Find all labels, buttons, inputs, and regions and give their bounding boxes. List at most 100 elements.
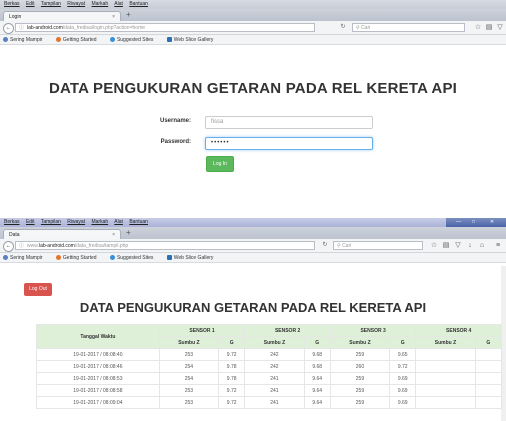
minimize-icon[interactable]: — bbox=[456, 219, 461, 226]
url-path: /data_fredisa/tampil.php bbox=[74, 243, 129, 249]
cell-waktu: 19-01-2017 / 08:08:58 bbox=[36, 384, 160, 397]
tab-login[interactable]: Login × bbox=[3, 11, 121, 21]
header-sensor-2: SENSOR 2 bbox=[244, 324, 331, 337]
bookmark-list-icon[interactable]: ▤ bbox=[485, 23, 493, 32]
cell-s2-sumbu: 242 bbox=[244, 360, 305, 373]
tab-data[interactable]: Data × bbox=[3, 229, 121, 239]
star-icon[interactable]: ☆ bbox=[474, 23, 482, 32]
cell-s2-sumbu: 241 bbox=[244, 384, 305, 397]
url-bar[interactable]: ⓘ lab-android.com/data_fredisa/login.php?… bbox=[15, 23, 315, 32]
menu-markah[interactable]: Markah bbox=[91, 1, 108, 7]
menu-tampilan[interactable]: Tampilan bbox=[41, 219, 61, 225]
cell-s3-sumbu: 259 bbox=[329, 384, 391, 397]
bookmark-getting-started[interactable]: Getting Started bbox=[55, 255, 103, 261]
pocket-icon[interactable]: ▽ bbox=[454, 241, 462, 250]
bookmark-web-slice-gallery[interactable]: Web Slice Gallery bbox=[166, 255, 220, 261]
cell-waktu: 19-01-2017 / 08:09:04 bbox=[36, 396, 160, 409]
bookmark-sering-mampir[interactable]: Sering Mampir bbox=[3, 37, 49, 43]
new-tab-icon[interactable]: + bbox=[126, 10, 131, 19]
home-icon[interactable]: ⌂ bbox=[478, 241, 486, 250]
menu-alat[interactable]: Alat bbox=[114, 1, 123, 7]
subheader-sumbu-z: Sumbu Z bbox=[415, 336, 476, 349]
bookmark-suggested-sites[interactable]: Suggested Sites bbox=[109, 37, 159, 43]
reload-icon[interactable]: ↻ bbox=[320, 241, 330, 250]
cell-s2-g: 9.64 bbox=[303, 384, 331, 397]
login-window: Berkas Edit Tampilan Riwayat Markah Alat… bbox=[0, 0, 506, 203]
bookmark-icon bbox=[3, 255, 8, 261]
cell-s4-sumbu bbox=[415, 348, 476, 361]
bookmark-getting-started[interactable]: Getting Started bbox=[55, 37, 103, 43]
menu-berkas[interactable]: Berkas bbox=[4, 219, 20, 225]
cell-s1-g: 9.78 bbox=[217, 372, 246, 385]
search-placeholder: Cari bbox=[361, 25, 371, 31]
data-table: Tanggal Waktu SENSOR 1 SENSOR 2 SENSOR 3… bbox=[36, 324, 503, 409]
search-bar[interactable]: ⚲ Cari bbox=[333, 241, 423, 250]
new-tab-icon[interactable]: + bbox=[126, 228, 131, 237]
cell-s4-g bbox=[474, 372, 503, 385]
bookmark-suggested-sites[interactable]: Suggested Sites bbox=[109, 255, 159, 261]
password-label: Password: bbox=[160, 139, 191, 145]
back-icon[interactable]: ← bbox=[3, 241, 14, 252]
bookmark-label: Web Slice Gallery bbox=[173, 37, 214, 43]
web-slice-icon bbox=[166, 37, 172, 43]
cell-s3-g: 9.65 bbox=[389, 348, 417, 361]
cell-s1-sumbu: 254 bbox=[158, 360, 220, 373]
menu-edit[interactable]: Edit bbox=[26, 1, 35, 7]
table-header-row: Tanggal Waktu SENSOR 1 SENSOR 2 SENSOR 3… bbox=[36, 324, 502, 349]
url-prefix: www. bbox=[27, 243, 39, 249]
menu-tampilan[interactable]: Tampilan bbox=[41, 1, 61, 7]
cell-s4-g bbox=[474, 348, 503, 361]
menu-markah[interactable]: Markah bbox=[91, 219, 108, 225]
bookmark-web-slice-gallery[interactable]: Web Slice Gallery bbox=[166, 37, 220, 43]
bookmark-list-icon[interactable]: ▤ bbox=[442, 241, 450, 250]
username-field[interactable]: fissa bbox=[205, 116, 373, 129]
cell-s3-g: 9.69 bbox=[389, 396, 417, 409]
maximize-icon[interactable]: □ bbox=[472, 219, 475, 226]
info-icon[interactable]: ⓘ bbox=[19, 243, 24, 249]
menu-riwayat[interactable]: Riwayat bbox=[67, 1, 85, 7]
cell-waktu: 19-01-2017 / 08:08:46 bbox=[36, 360, 160, 373]
cell-s2-sumbu: 241 bbox=[244, 372, 305, 385]
bookmarks-toolbar: Sering Mampir Getting Started Suggested … bbox=[0, 35, 506, 45]
search-icon: ⚲ bbox=[337, 243, 341, 249]
menu-berkas[interactable]: Berkas bbox=[4, 1, 20, 7]
download-icon[interactable]: ↓ bbox=[466, 241, 474, 250]
menu-riwayat[interactable]: Riwayat bbox=[67, 219, 85, 225]
subheader-g: G bbox=[217, 336, 246, 349]
cell-s3-sumbu: 259 bbox=[329, 348, 391, 361]
tab-strip: Login × + bbox=[0, 9, 506, 21]
subheader-sumbu-z: Sumbu Z bbox=[244, 336, 305, 349]
cell-s3-sumbu: 259 bbox=[329, 372, 391, 385]
menu-bantuan[interactable]: Bantuan bbox=[129, 1, 148, 7]
header-sensor-4: SENSOR 4 bbox=[415, 324, 502, 337]
search-bar[interactable]: ⚲ Cari bbox=[352, 23, 465, 32]
url-bar[interactable]: ⓘ www.lab-android.com/data_fredisa/tampil… bbox=[15, 241, 315, 250]
star-icon[interactable]: ☆ bbox=[430, 241, 438, 250]
cell-s4-g bbox=[474, 384, 503, 397]
reload-icon[interactable]: ↻ bbox=[338, 23, 348, 32]
cell-s4-sumbu bbox=[415, 360, 476, 373]
info-icon[interactable]: ⓘ bbox=[19, 25, 24, 31]
menu-bantuan[interactable]: Bantuan bbox=[129, 219, 148, 225]
subheader-g: G bbox=[389, 336, 417, 349]
pocket-icon[interactable]: ▽ bbox=[496, 23, 504, 32]
cell-s4-g bbox=[474, 360, 503, 373]
close-window-icon[interactable]: ✕ bbox=[490, 219, 494, 226]
cell-s1-g: 9.72 bbox=[217, 348, 246, 361]
menu-edit[interactable]: Edit bbox=[26, 219, 35, 225]
back-icon[interactable]: ← bbox=[3, 23, 14, 34]
menu-alat[interactable]: Alat bbox=[114, 219, 123, 225]
bookmark-sering-mampir[interactable]: Sering Mampir bbox=[3, 255, 49, 261]
cell-s1-sumbu: 253 bbox=[158, 348, 220, 361]
cell-s4-sumbu bbox=[415, 372, 476, 385]
cell-s2-g: 9.68 bbox=[303, 360, 331, 373]
logout-button[interactable]: Log Out bbox=[24, 283, 52, 296]
menu-icon[interactable]: ≡ bbox=[494, 241, 502, 250]
password-field[interactable]: •••••• bbox=[205, 137, 373, 150]
bookmark-label: Getting Started bbox=[62, 37, 97, 43]
login-button[interactable]: Log In bbox=[206, 156, 234, 172]
data-window: Berkas Edit Tampilan Riwayat Markah Alat… bbox=[0, 218, 506, 421]
username-label: Username: bbox=[159, 118, 191, 124]
cell-waktu: 19-01-2017 / 08:08:53 bbox=[36, 372, 160, 385]
cell-s4-g bbox=[474, 396, 503, 409]
